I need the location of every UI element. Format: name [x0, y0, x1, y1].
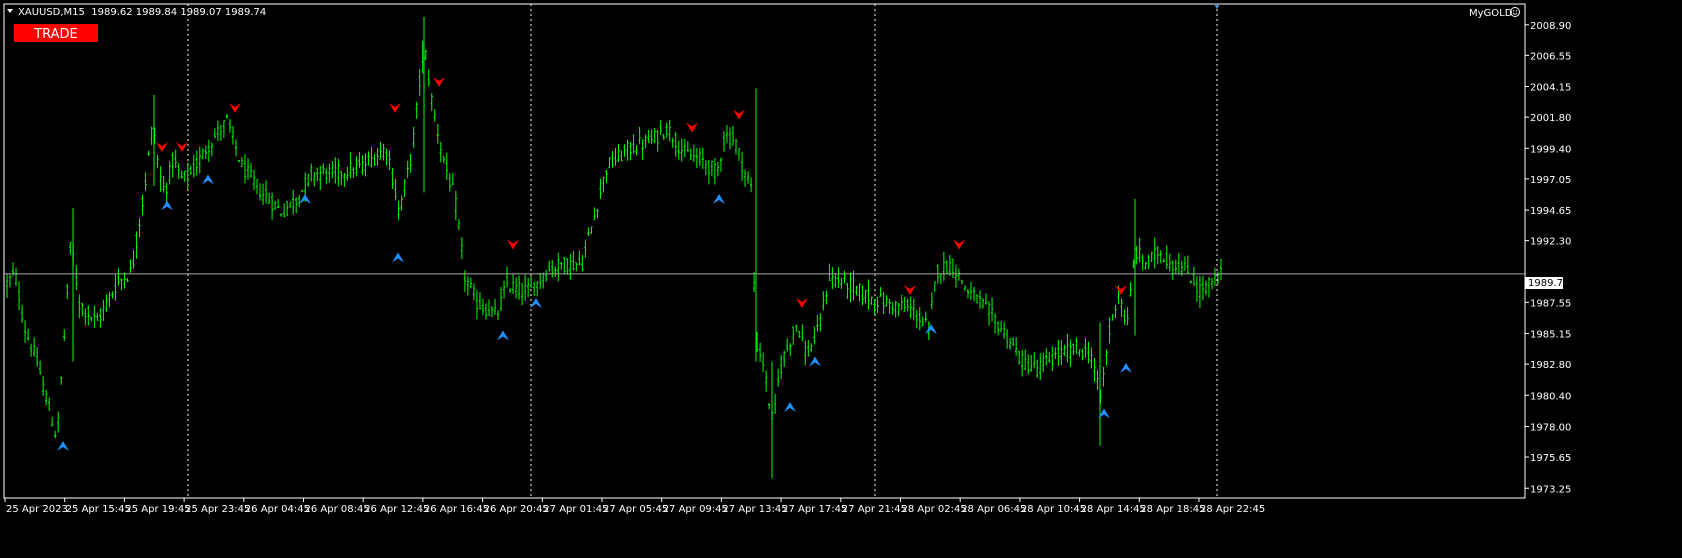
current-price-label: 1989.74 [1528, 278, 1569, 289]
x-tick-label: 28 Apr 22:45 [1200, 504, 1265, 515]
x-tick-label: 28 Apr 18:45 [1140, 504, 1205, 515]
x-tick-label: 26 Apr 16:45 [424, 504, 489, 515]
y-tick-label: 2006.55 [1530, 51, 1571, 62]
x-tick-label: 26 Apr 08:45 [305, 504, 370, 515]
x-tick-label: 25 Apr 15:45 [66, 504, 131, 515]
x-tick-label: 27 Apr 13:45 [722, 504, 787, 515]
y-tick-label: 1992.30 [1530, 237, 1571, 248]
y-tick-label: 1994.65 [1530, 206, 1571, 217]
x-tick-label: 26 Apr 20:45 [484, 504, 549, 515]
x-tick-label: 27 Apr 09:45 [663, 504, 728, 515]
x-tick-label: 26 Apr 04:45 [245, 504, 310, 515]
x-tick-label: 28 Apr 10:45 [1021, 504, 1086, 515]
chart-window[interactable]: 2008.90 2006.55 2004.15 2001.80 1999.40 1997.… [0, 0, 1682, 558]
x-tick-label: 27 Apr 01:45 [543, 504, 608, 515]
y-tick-label: 2008.90 [1530, 21, 1571, 32]
x-tick-label: 25 Apr 2023 [6, 504, 68, 515]
y-tick-label: 1975.65 [1530, 453, 1571, 464]
x-tick-label: 25 Apr 23:45 [185, 504, 250, 515]
time-axis: 25 Apr 202325 Apr 15:4525 Apr 19:4525 Ap… [4, 498, 1265, 515]
x-tick-label: 28 Apr 02:45 [902, 504, 967, 515]
y-tick-label: 1987.55 [1530, 298, 1571, 309]
y-tick-label: 1982.80 [1530, 360, 1571, 371]
y-tick-label: 1978.00 [1530, 423, 1571, 434]
x-tick-label: 27 Apr 21:45 [842, 504, 907, 515]
x-tick-label: 28 Apr 06:45 [961, 504, 1026, 515]
indicator-name: MyGOLD [1469, 8, 1513, 19]
price-axis: 2008.90 2006.55 2004.15 2001.80 1999.40 1997.… [1525, 21, 1571, 495]
x-tick-label: 26 Apr 12:45 [364, 504, 429, 515]
y-tick-label: 1973.25 [1530, 484, 1571, 495]
trade-button[interactable]: TRADE [14, 24, 98, 42]
y-tick-label: 1999.40 [1530, 144, 1571, 155]
y-tick-label: 2001.80 [1530, 113, 1571, 124]
x-tick-label: 27 Apr 05:45 [603, 504, 668, 515]
y-tick-label: 2004.15 [1530, 83, 1571, 94]
plot-frame [3, 3, 1526, 499]
x-tick-label: 27 Apr 17:45 [782, 504, 847, 515]
x-tick-label: 28 Apr 14:45 [1081, 504, 1146, 515]
price-chart[interactable]: 2008.90 2006.55 2004.15 2001.80 1999.40 1997.… [0, 0, 1682, 558]
y-tick-label: 1980.40 [1530, 391, 1571, 402]
symbol-info: XAUUSD,M15 1989.62 1989.84 1989.07 1989.… [18, 7, 266, 18]
y-tick-label: 1985.15 [1530, 330, 1571, 341]
y-tick-label: 1997.05 [1530, 175, 1571, 186]
trade-button-label: TRADE [33, 27, 78, 42]
x-tick-label: 25 Apr 19:45 [125, 504, 190, 515]
